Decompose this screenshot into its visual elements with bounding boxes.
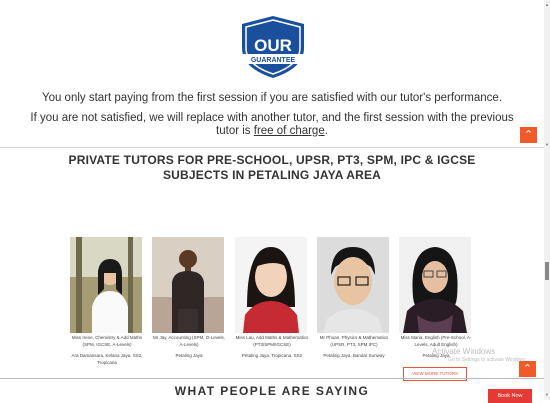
chevron-up-icon: ⌃ [523,129,534,141]
tutor-photo [70,237,142,333]
tutor-card[interactable]: Mr Jay, Accounting (SPM, O-Levels, A-Lev… [152,237,226,360]
tutor-name: Mr Jay, Accounting (SPM, O-Levels, A-Lev… [153,335,225,347]
tutor-location: Ara Damansara, Kelana Jaya, SS2, Tropica… [71,353,143,365]
section-divider [0,147,544,148]
tutor-location: Petaling Jaya, Bandar Sunway [323,353,385,358]
guarantee-line-1: You only start paying from the first ses… [41,92,503,104]
tutors-heading: PRIVATE TUTORS FOR PRE-SCHOOL, UPSR, PT3… [40,153,504,183]
free-of-charge-link[interactable]: free of charge [254,125,325,137]
book-now-button[interactable]: Book Now [488,389,532,403]
tutor-photo [317,237,389,333]
tutor-photo [235,237,307,333]
guarantee-section: OUR GUARANTEE You only start paying from… [0,0,544,145]
scroll-down-arrow-icon[interactable]: ▼ [545,392,549,397]
guarantee-line-2a: If you are not satisfied, we will replac… [30,112,514,124]
scroll-top-button[interactable]: ⌃ [520,127,537,143]
tutors-heading-line-1: PRIVATE TUTORS FOR PRE-SCHOOL, UPSR, PT3… [68,153,476,167]
windows-watermark-title: Activate Windows [432,347,496,356]
guarantee-line-2: If you are not satisfied, we will replac… [0,112,544,138]
badge-text-our: OUR [254,36,292,55]
section-divider-2 [0,378,544,379]
tutors-heading-line-2: SUBJECTS IN PETALING JAYA AREA [162,168,382,182]
scroll-down-arrow-icon[interactable]: ▼ [545,142,549,147]
tutor-name: Mr Phuan, Physics & Mathematics (UPSR, P… [319,335,389,347]
tutor-name: Miss Irene, Chemistry & Add Maths (SPM, … [71,335,143,347]
scroll-up-arrow-icon[interactable]: ▲ [545,2,549,7]
guarantee-badge-icon: OUR GUARANTEE [242,16,304,78]
tutor-location: Petaling Jaya, Tropicana, SS2 [241,353,303,358]
guarantee-line-2b: tutor is [216,125,254,137]
badge-text-guarantee: GUARANTEE [251,57,296,64]
scrollbar-thumb[interactable] [545,262,549,280]
windows-watermark-subtitle: Go to Settings to activate Windows. [448,357,527,363]
page-scrollbar[interactable]: ▲ ▼ ▼ [544,0,550,400]
guarantee-line-2-end: . [324,125,328,137]
tutor-location: Petaling Jaya [175,353,203,358]
tutor-card[interactable]: Miss Lau, Add Maths & Mathematics (PT3/S… [235,237,309,360]
scroll-top-button-2[interactable]: ⌃ [519,361,536,377]
tutor-photo [152,237,224,333]
tutor-card[interactable]: Miss Irene, Chemistry & Add Maths (SPM, … [70,237,144,366]
tutor-photo [399,237,471,333]
tutor-card[interactable]: Mr Phuan, Physics & Mathematics (UPSR, P… [317,237,391,360]
tutor-name: Miss Lau, Add Maths & Mathematics (PT3/S… [235,335,309,347]
chevron-up-icon: ⌃ [522,363,533,375]
tutor-card[interactable]: Miss Maria, English (Pre-School, A-Level… [399,237,473,360]
reviews-heading: WHAT PEOPLE ARE SAYING [174,384,370,398]
